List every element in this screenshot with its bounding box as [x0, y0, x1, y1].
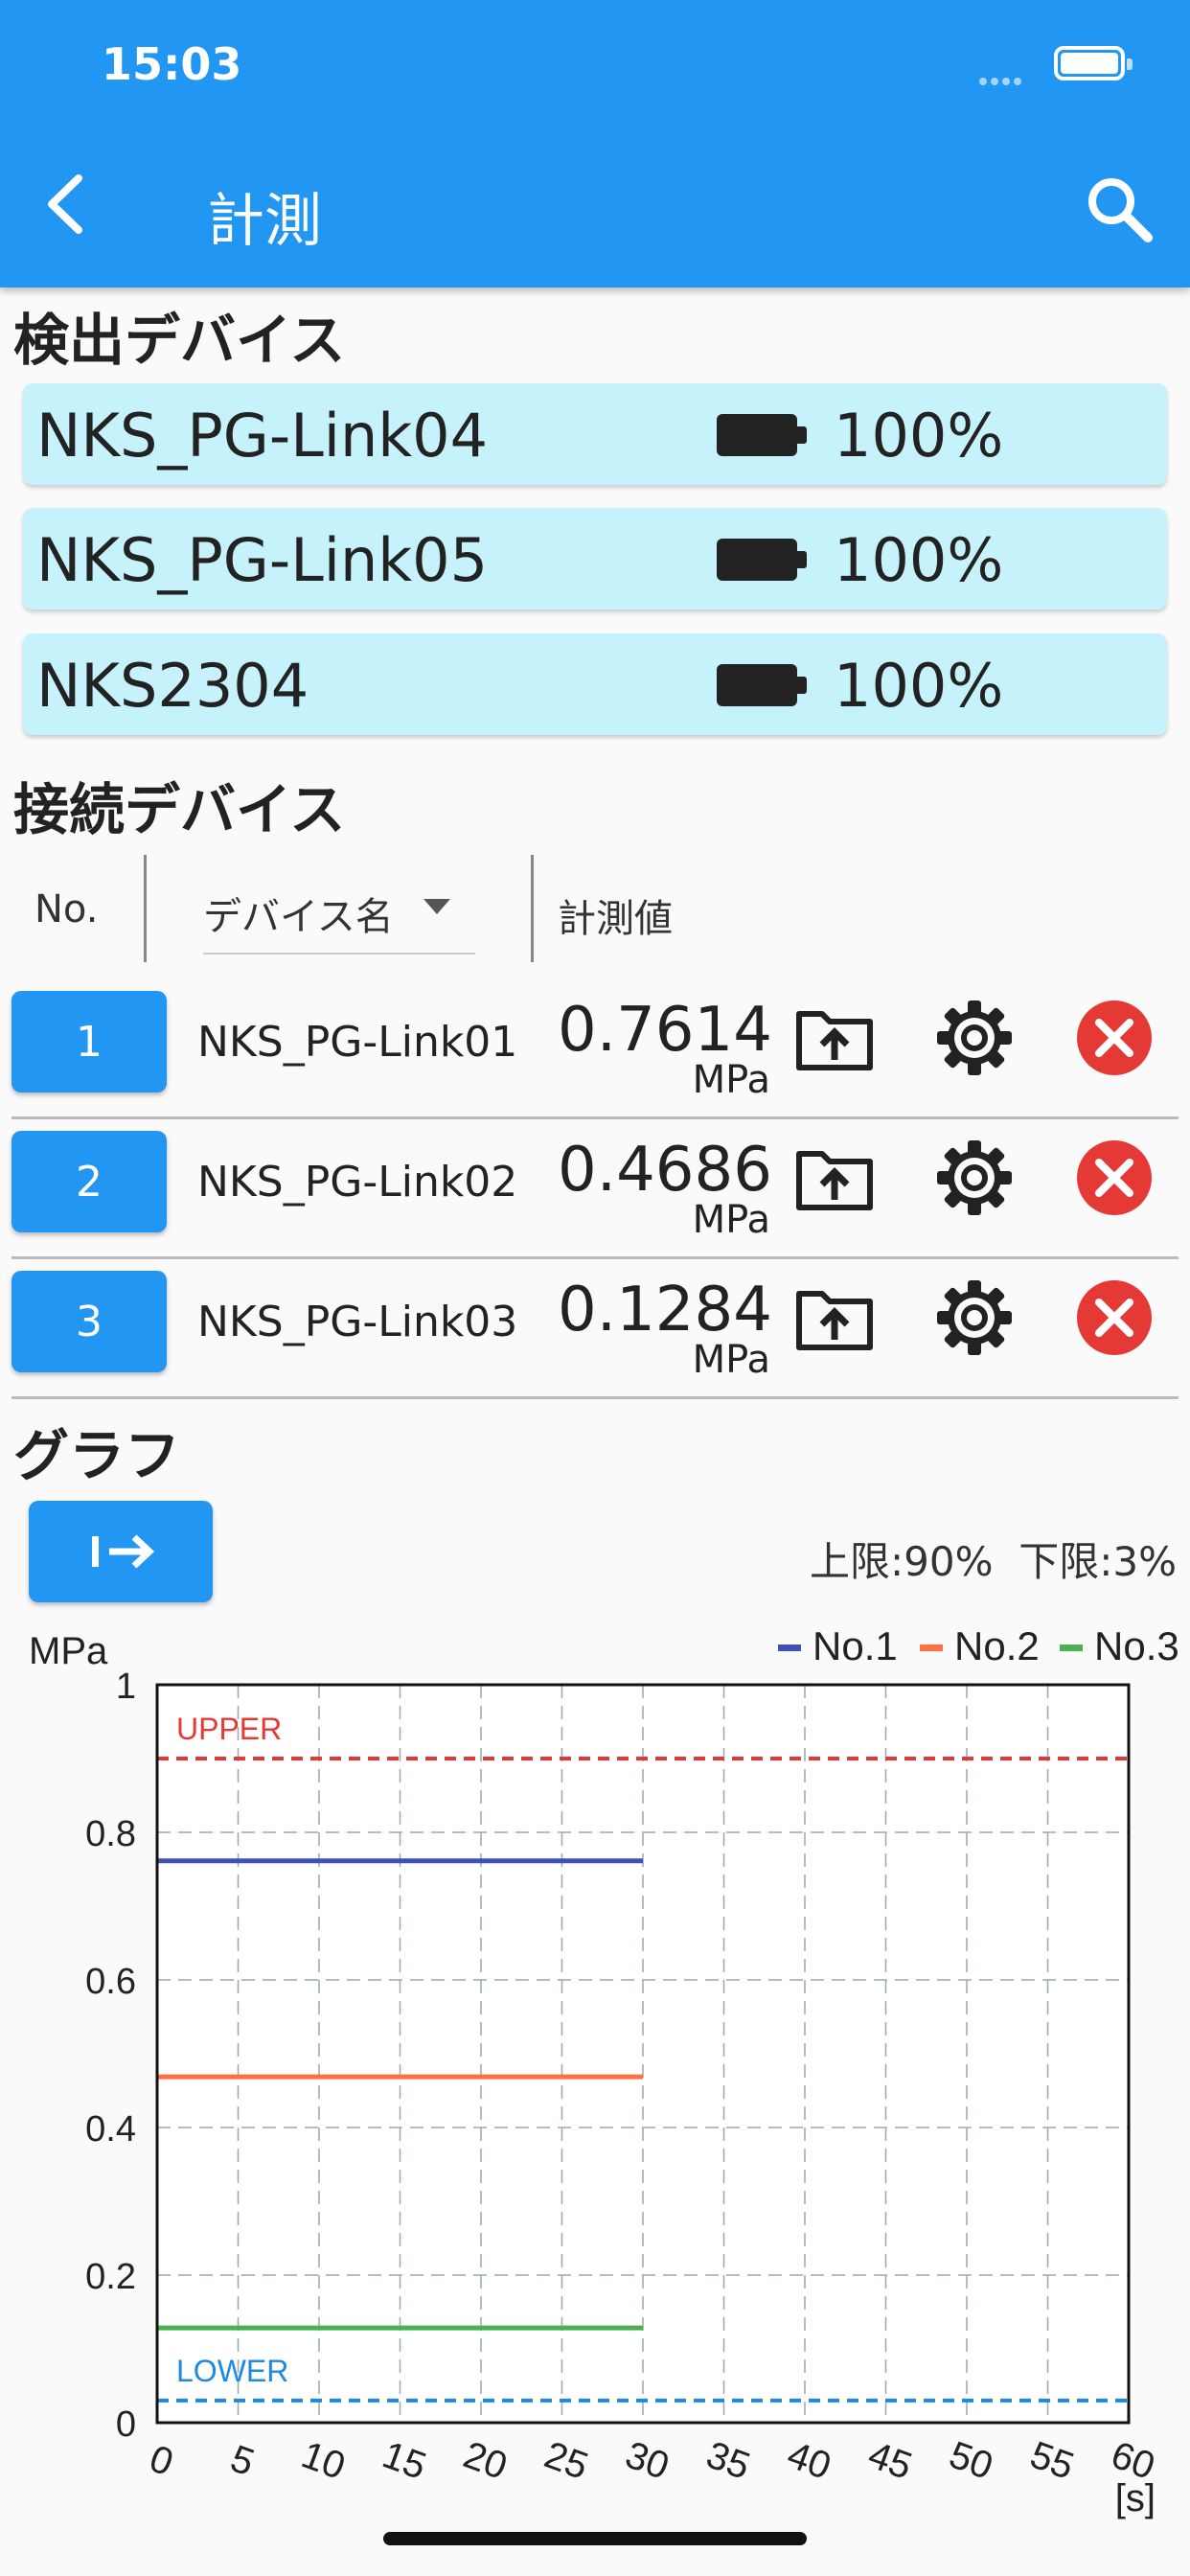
search-icon[interactable] [1081, 171, 1157, 247]
remove-device-icon[interactable] [1073, 1276, 1156, 1359]
x-tick-label: 50 [944, 2434, 998, 2489]
detected-device-item[interactable]: NKS_PG-Link04 100% [23, 383, 1167, 485]
gear-icon[interactable] [933, 1137, 1016, 1219]
threshold-label-lower: LOWER [176, 2354, 288, 2388]
detected-device-name: NKS_PG-Link04 [36, 401, 489, 471]
col-value-header: 計測値 [558, 897, 673, 941]
chevron-left-icon[interactable] [38, 171, 96, 238]
home-indicator [383, 2532, 807, 2545]
x-tick-label: 10 [296, 2434, 351, 2489]
x-tick-label: 45 [863, 2434, 918, 2489]
x-tick-label: 55 [1025, 2434, 1080, 2489]
y-axis-label: MPa [29, 1630, 108, 1672]
app-bar: 15:03 計測 [0, 0, 1190, 288]
column-divider [144, 855, 147, 962]
battery-icon [717, 414, 807, 456]
detected-section-title: 検出デバイス [13, 308, 346, 373]
battery-icon [717, 664, 807, 706]
battery-level: 100% [834, 525, 1004, 595]
threshold-label-upper: UPPER [176, 1712, 282, 1746]
legend-swatch-2 [920, 1644, 943, 1651]
page-title: 計測 [207, 188, 322, 255]
limit-settings-text: 上限:90% 下限:3% [810, 1538, 1177, 1585]
x-tick-label: 20 [458, 2434, 513, 2489]
device-name: NKS_PG-Link03 [197, 1298, 518, 1346]
x-tick-label: 15 [378, 2434, 432, 2489]
measurement-value: 0.7614 [558, 995, 772, 1066]
y-tick-label: 0.4 [85, 2109, 136, 2150]
col-name-header: デバイス名 [203, 895, 394, 939]
legend-label-3: No.3 [1094, 1623, 1179, 1668]
device-number-button[interactable]: 2 [11, 1131, 167, 1232]
folder-upload-icon[interactable] [793, 997, 876, 1079]
battery-level: 100% [834, 401, 1004, 471]
status-battery-icon [1054, 46, 1133, 80]
legend-label-2: No.2 [954, 1623, 1040, 1668]
battery-icon [717, 539, 807, 581]
remove-device-icon[interactable] [1073, 997, 1156, 1079]
graph-section-title: グラフ [13, 1423, 181, 1488]
x-tick-label: 40 [782, 2434, 836, 2489]
y-tick-label: 0.8 [85, 1814, 136, 1854]
arrow-to-right-icon [92, 1534, 155, 1569]
y-tick-label: 0.2 [85, 2257, 136, 2297]
folder-upload-icon[interactable] [793, 1276, 876, 1359]
y-tick-label: 0.6 [85, 1962, 136, 2002]
table-row: 1 NKS_PG-Link01 0.7614 MPa [11, 979, 1179, 1119]
gear-icon[interactable] [933, 1276, 1016, 1359]
detected-device-item[interactable]: NKS2304 100% [23, 633, 1167, 735]
signal-icon [979, 71, 1037, 85]
device-name-sort-dropdown[interactable]: デバイス名 [203, 862, 475, 954]
x-tick-label: 0 [144, 2437, 178, 2484]
connected-section-title: 接続デバイス [13, 777, 346, 842]
measurement-value: 0.4686 [558, 1135, 772, 1206]
legend-swatch-1 [778, 1644, 801, 1651]
x-tick-label: 30 [620, 2434, 675, 2489]
x-tick-label: 25 [539, 2434, 594, 2489]
legend-label-1: No.1 [812, 1623, 898, 1668]
measurement-unit: MPa [692, 1058, 770, 1102]
y-tick-label: 0 [116, 2404, 136, 2445]
detected-device-item[interactable]: NKS_PG-Link05 100% [23, 508, 1167, 610]
device-name: NKS_PG-Link01 [197, 1018, 518, 1067]
device-number-button[interactable]: 3 [11, 1271, 167, 1372]
x-tick-label: 35 [701, 2434, 756, 2489]
status-time: 15:03 [102, 38, 242, 90]
column-divider [531, 855, 534, 962]
folder-upload-icon[interactable] [793, 1137, 876, 1219]
detected-device-name: NKS_PG-Link05 [36, 525, 489, 595]
detected-device-name: NKS2304 [36, 651, 309, 721]
x-tick-label: 5 [225, 2437, 260, 2484]
remove-device-icon[interactable] [1073, 1137, 1156, 1219]
table-row: 3 NKS_PG-Link03 0.1284 MPa [11, 1259, 1179, 1399]
y-tick-label: 1 [116, 1667, 136, 1707]
gear-icon[interactable] [933, 997, 1016, 1079]
measurement-value: 0.1284 [558, 1275, 772, 1346]
x-axis-label: [s] [1115, 2477, 1156, 2519]
device-number-button[interactable]: 1 [11, 991, 167, 1092]
col-no-header: No. [34, 887, 99, 932]
pressure-chart: UPPERLOWER00.20.40.60.810 5 10 15 20 25 30 35 40… [29, 1623, 1179, 2519]
caret-down-icon [423, 899, 450, 914]
measurement-unit: MPa [692, 1198, 770, 1242]
measurement-unit: MPa [692, 1338, 770, 1382]
device-name: NKS_PG-Link02 [197, 1158, 518, 1207]
legend-swatch-3 [1060, 1644, 1083, 1651]
battery-level: 100% [834, 651, 1004, 721]
table-row: 2 NKS_PG-Link02 0.4686 MPa [11, 1119, 1179, 1259]
auto-scroll-button[interactable] [29, 1501, 213, 1602]
